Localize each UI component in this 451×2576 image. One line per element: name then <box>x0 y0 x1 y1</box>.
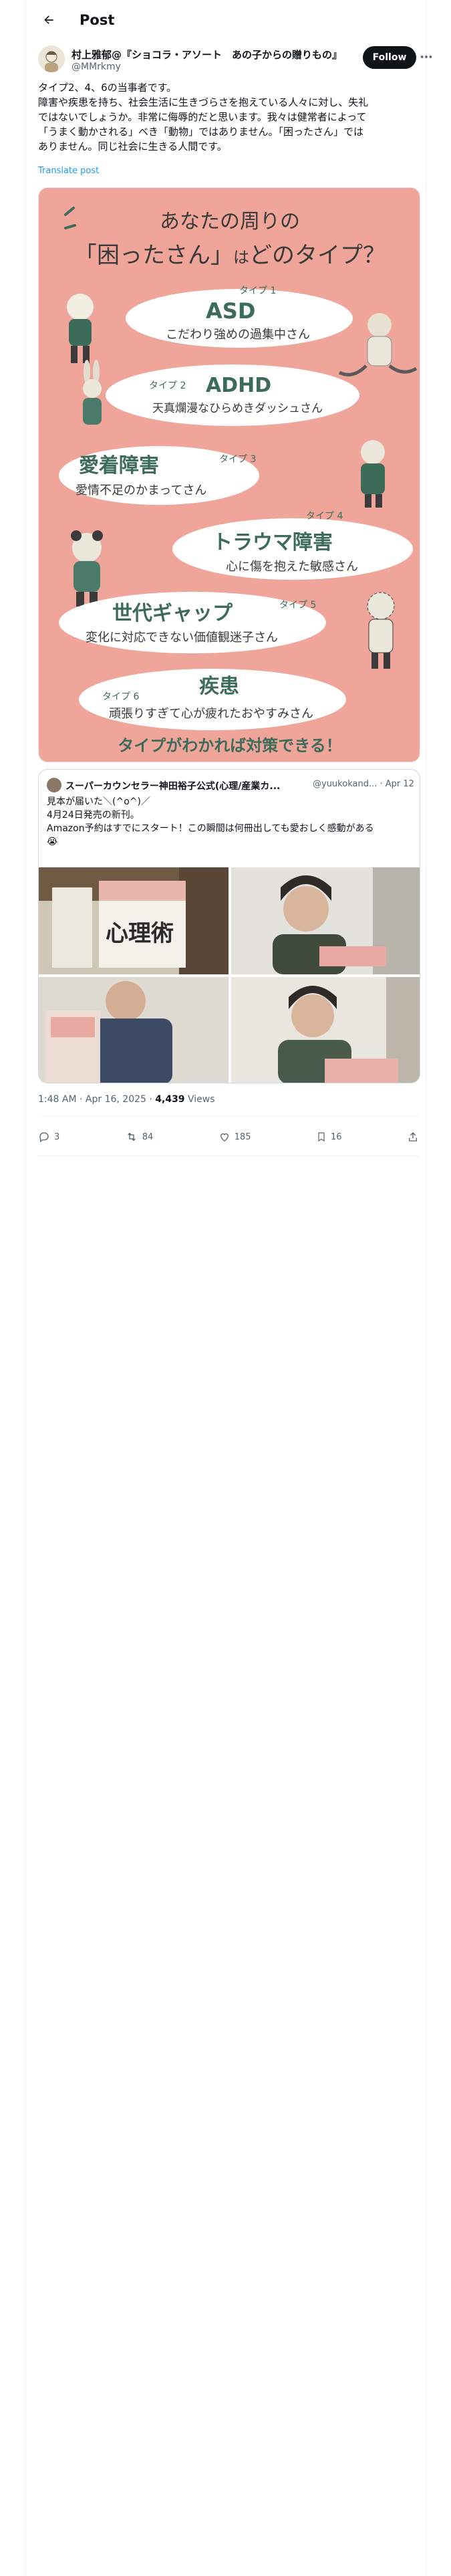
type3-desc: 愛情不足のかまってさん <box>76 484 206 498</box>
quoted-author-handle: @yuukokand... · Apr 12 <box>313 779 414 789</box>
quoted-text-line: 😭 <box>47 837 58 847</box>
quoted-text-line: 見本が届いた＼(^o^)／ <box>47 796 150 807</box>
post-text-line: ではないでしょうか。非常に侮辱的だと思います。我々は健常者によって <box>38 111 367 123</box>
post-timestamp[interactable]: 1:48 AM · Apr 16, 2025 · <box>38 1094 155 1105</box>
post-text-line: 「うまく動かされる」べき「動物」ではありません。「困ったさん」では <box>38 126 364 138</box>
post-meta: 1:48 AM · Apr 16, 2025 · 4,439 Views <box>38 1094 215 1105</box>
poster-title-highlight: 「困ったさん」 <box>74 242 233 269</box>
type6-desc: 頑張りすぎて心が疲れたおやすみさん <box>109 707 313 721</box>
page-title: Post <box>80 12 115 28</box>
post-image[interactable]: あなたの周りの 「困ったさん」はどのタイプ？ タイプ 1 ASD こだわり強めの… <box>38 187 420 762</box>
post-text-line: タイプ2、4、6の当事者です。 <box>38 82 177 94</box>
photo-4[interactable] <box>231 977 420 1083</box>
type6-tag: タイプ 6 <box>102 691 139 702</box>
bookmark-button[interactable]: 16 <box>316 1131 342 1143</box>
post-text: タイプ2、4、6の当事者です。 障害や疾患を持ち、社会生活に生きづらさを抱えてい… <box>38 80 419 154</box>
divider <box>38 1115 419 1116</box>
type4-desc: 心に傷を抱えた敏感さん <box>226 560 358 574</box>
quoted-text-line: 4月24日発売の新刊。 <box>47 810 140 821</box>
photo-1[interactable]: 心理術 <box>39 867 229 974</box>
svg-text:「困ったさん」はどのタイプ？: 「困ったさん」はどのタイプ？ <box>74 242 386 269</box>
type1-desc: こだわり強めの過集中さん <box>166 328 310 342</box>
poster-title-question: どのタイプ？ <box>249 242 386 269</box>
type1-tag: タイプ 1 <box>239 286 276 296</box>
author-name[interactable]: 村上雅郁@『ショコラ・アソート あの子からの贈りもの』 <box>71 47 342 62</box>
photo-2[interactable] <box>231 867 420 974</box>
action-bar: 3 84 185 16 <box>38 1122 419 1152</box>
author-handle[interactable]: @MMrkmy <box>71 62 121 72</box>
repost-count: 84 <box>142 1132 154 1142</box>
type6-name: 疾患 <box>199 675 239 698</box>
more-options-icon[interactable] <box>419 49 436 67</box>
type2-desc: 天真爛漫なひらめきダッシュさん <box>152 402 323 415</box>
like-count: 185 <box>234 1132 251 1142</box>
views-count: 4,439 <box>155 1094 185 1105</box>
translate-post-link[interactable]: Translate post <box>38 166 99 176</box>
back-button[interactable] <box>35 7 62 33</box>
post-author: 村上雅郁@『ショコラ・アソート あの子からの贈りもの』 @MMrkmy Foll… <box>38 45 432 78</box>
quoted-avatar <box>47 778 61 792</box>
top-bar: Post <box>26 0 427 40</box>
quoted-author-name: スーパーカウンセラー神田裕子公式(心理/産業カ... <box>65 781 281 792</box>
heart-icon <box>220 1133 229 1142</box>
type5-tag: タイプ 5 <box>279 600 316 611</box>
reply-icon <box>39 1132 49 1143</box>
poster-footer: タイプがわかれば対策できる！ <box>118 736 342 755</box>
post-text-line: 障害や疾患を持ち、社会生活に生きづらさを抱えている人々に対し、失礼 <box>38 96 369 108</box>
main-column: Post 村上雅郁@『ショコラ・アソート あの子からの贈りもの』 @MMrkmy… <box>25 0 432 2576</box>
avatar-illustration <box>38 45 65 72</box>
back-arrow-icon <box>44 15 53 24</box>
type2-name: ADHD <box>206 374 271 397</box>
type4-name: トラウマ障害 <box>212 531 333 554</box>
type5-name: 世代ギャップ <box>112 602 233 625</box>
quoted-post[interactable]: スーパーカウンセラー神田裕子公式(心理/産業カ... @yuukokand...… <box>38 769 420 1083</box>
reply-button[interactable]: 3 <box>38 1131 59 1143</box>
quoted-text: 見本が届いた＼(^o^)／ 4月24日発売の新刊。 Amazon予約はすでにスタ… <box>47 795 413 849</box>
bookmark-icon <box>318 1132 325 1142</box>
like-button[interactable]: 185 <box>218 1131 251 1143</box>
type5-desc: 変化に対応できない価値観迷子さん <box>86 631 278 645</box>
repost-icon <box>127 1132 136 1142</box>
avatar[interactable] <box>38 45 65 72</box>
bookmark-count: 16 <box>330 1132 342 1142</box>
poster-graphic: あなたの周りの 「困ったさん」はどのタイプ？ タイプ 1 ASD こだわり強めの… <box>39 188 420 762</box>
type4-tag: タイプ 4 <box>306 511 343 522</box>
quoted-text-line: Amazon予約はすでにスタート！この瞬間は何冊出しても愛おしく感動がある <box>47 823 374 834</box>
post-text-line: ありません。同じ社会に生きる人間です。 <box>38 140 227 152</box>
poster-title-line1: あなたの周りの <box>160 210 300 233</box>
share-icon <box>409 1132 417 1142</box>
share-button[interactable] <box>407 1131 419 1143</box>
type3-tag: タイプ 3 <box>219 454 256 465</box>
quoted-photos: 心理術 <box>39 867 420 1083</box>
poster-title-particle: は <box>233 248 249 267</box>
follow-button[interactable]: Follow <box>363 46 416 69</box>
reply-count: 3 <box>54 1132 60 1142</box>
book-title: 心理術 <box>106 920 174 947</box>
views-label: Views <box>184 1094 215 1105</box>
repost-button[interactable]: 84 <box>125 1131 154 1143</box>
photo-3[interactable] <box>39 977 229 1083</box>
type2-tag: タイプ 2 <box>149 381 186 391</box>
type1-name: ASD <box>206 298 255 324</box>
type3-name: 愛着障害 <box>79 454 159 477</box>
quoted-media-grid: 心理術 <box>39 867 420 1083</box>
